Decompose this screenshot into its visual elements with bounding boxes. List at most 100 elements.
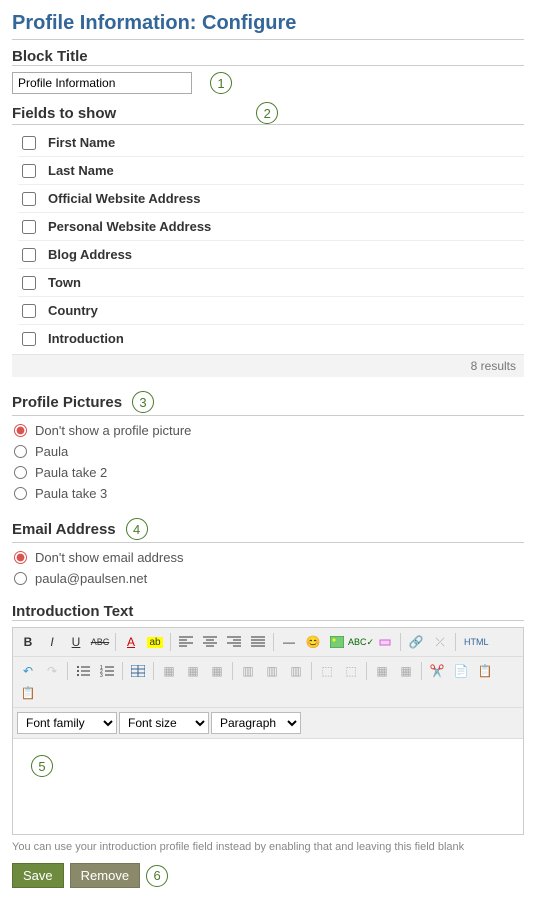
field-row: Country: [18, 297, 524, 325]
profile-picture-radio[interactable]: [14, 466, 27, 479]
table-props-icon[interactable]: ▦: [371, 661, 393, 681]
marker-3: 3: [132, 391, 154, 413]
row-after-icon[interactable]: ▦: [182, 661, 204, 681]
fields-to-show-title: Fields to show: [12, 105, 116, 122]
profile-picture-radio[interactable]: [14, 445, 27, 458]
field-checkbox[interactable]: [22, 248, 36, 262]
row-delete-icon[interactable]: ▦: [206, 661, 228, 681]
remove-button[interactable]: Remove: [70, 863, 140, 888]
html-button[interactable]: HTML: [460, 632, 493, 652]
field-row: Personal Website Address: [18, 213, 524, 241]
spellcheck-icon[interactable]: ABC✓: [350, 632, 372, 652]
profile-picture-options: Don't show a profile picture Paula Paula…: [12, 420, 524, 504]
field-checkbox[interactable]: [22, 220, 36, 234]
email-radio[interactable]: [14, 572, 27, 585]
cut-icon[interactable]: ✂️: [426, 661, 448, 681]
hr-icon[interactable]: —: [278, 632, 300, 652]
radio-row[interactable]: Paula take 2: [12, 462, 524, 483]
editor-toolbar-row-1: B I U ABC A ab — 😊 ABC✓ 🔗 ⤫ HTML: [13, 628, 523, 657]
merge-cells-icon[interactable]: ⬚: [316, 661, 338, 681]
underline-icon[interactable]: U: [65, 632, 87, 652]
align-justify-icon[interactable]: [247, 632, 269, 652]
copy-icon[interactable]: 📄: [450, 661, 472, 681]
redo-icon[interactable]: ↷: [41, 661, 63, 681]
row-before-icon[interactable]: ▦: [158, 661, 180, 681]
separator: [455, 633, 456, 651]
field-label: Introduction: [48, 331, 124, 346]
radio-label: Don't show a profile picture: [35, 423, 191, 438]
field-label: Personal Website Address: [48, 219, 211, 234]
emoji-icon[interactable]: 😊: [302, 632, 324, 652]
col-after-icon[interactable]: ▥: [261, 661, 283, 681]
field-checkbox[interactable]: [22, 276, 36, 290]
bullet-list-icon[interactable]: [72, 661, 94, 681]
field-checkbox[interactable]: [22, 332, 36, 346]
radio-row[interactable]: Don't show a profile picture: [12, 420, 524, 441]
col-before-icon[interactable]: ▥: [237, 661, 259, 681]
align-center-icon[interactable]: [199, 632, 221, 652]
radio-row[interactable]: Don't show email address: [12, 547, 524, 568]
radio-label: Paula take 3: [35, 486, 107, 501]
editor-toolbar-row-3: Font family Font size Paragraph: [13, 708, 523, 739]
fields-list: First Name Last Name Official Website Ad…: [18, 129, 524, 352]
clear-format-icon[interactable]: [374, 632, 396, 652]
field-checkbox[interactable]: [22, 164, 36, 178]
field-row: Town: [18, 269, 524, 297]
unlink-icon[interactable]: ⤫: [429, 632, 451, 652]
email-options: Don't show email address paula@paulsen.n…: [12, 547, 524, 589]
radio-label: Paula take 2: [35, 465, 107, 480]
font-size-select[interactable]: Font size: [119, 712, 209, 734]
numbered-list-icon[interactable]: 123: [96, 661, 118, 681]
radio-row[interactable]: Paula: [12, 441, 524, 462]
save-button[interactable]: Save: [12, 863, 64, 888]
link-icon[interactable]: 🔗: [405, 632, 427, 652]
field-checkbox[interactable]: [22, 136, 36, 150]
undo-icon[interactable]: ↶: [17, 661, 39, 681]
intro-hint: You can use your introduction profile fi…: [12, 841, 524, 853]
radio-row[interactable]: paula@paulsen.net: [12, 568, 524, 589]
image-icon[interactable]: [326, 632, 348, 652]
col-delete-icon[interactable]: ▥: [285, 661, 307, 681]
field-label: Official Website Address: [48, 191, 200, 206]
profile-picture-radio[interactable]: [14, 487, 27, 500]
profile-pictures-title: Profile Pictures: [12, 394, 122, 411]
editor-textarea[interactable]: 5: [13, 739, 523, 834]
italic-icon[interactable]: I: [41, 632, 63, 652]
field-checkbox[interactable]: [22, 304, 36, 318]
radio-label: paula@paulsen.net: [35, 571, 147, 586]
field-row: First Name: [18, 129, 524, 157]
separator: [153, 662, 154, 680]
page-title: Profile Information: Configure: [12, 12, 524, 40]
paste-word-icon[interactable]: 📋: [17, 683, 39, 703]
intro-text-title: Introduction Text: [12, 603, 524, 621]
block-title-label: Block Title: [12, 48, 524, 66]
cell-props-icon[interactable]: ▦: [395, 661, 417, 681]
align-right-icon[interactable]: [223, 632, 245, 652]
svg-text:3: 3: [100, 673, 103, 677]
email-title: Email Address: [12, 521, 116, 538]
separator: [232, 662, 233, 680]
radio-label: Don't show email address: [35, 550, 183, 565]
split-cells-icon[interactable]: ⬚: [340, 661, 362, 681]
marker-4: 4: [126, 518, 148, 540]
bold-icon[interactable]: B: [17, 632, 39, 652]
radio-row[interactable]: Paula take 3: [12, 483, 524, 504]
email-radio[interactable]: [14, 551, 27, 564]
paragraph-select[interactable]: Paragraph: [211, 712, 301, 734]
align-left-icon[interactable]: [175, 632, 197, 652]
field-row: Blog Address: [18, 241, 524, 269]
marker-1: 1: [210, 72, 232, 94]
text-color-icon[interactable]: A: [120, 632, 142, 652]
paste-icon[interactable]: 📋: [474, 661, 496, 681]
block-title-input[interactable]: [12, 72, 192, 94]
field-label: Country: [48, 303, 98, 318]
font-family-select[interactable]: Font family: [17, 712, 117, 734]
highlight-icon[interactable]: ab: [144, 632, 166, 652]
strikethrough-icon[interactable]: ABC: [89, 632, 111, 652]
field-row: Introduction: [18, 325, 524, 352]
field-checkbox[interactable]: [22, 192, 36, 206]
separator: [311, 662, 312, 680]
field-label: Blog Address: [48, 247, 132, 262]
table-icon[interactable]: [127, 661, 149, 681]
profile-picture-radio[interactable]: [14, 424, 27, 437]
